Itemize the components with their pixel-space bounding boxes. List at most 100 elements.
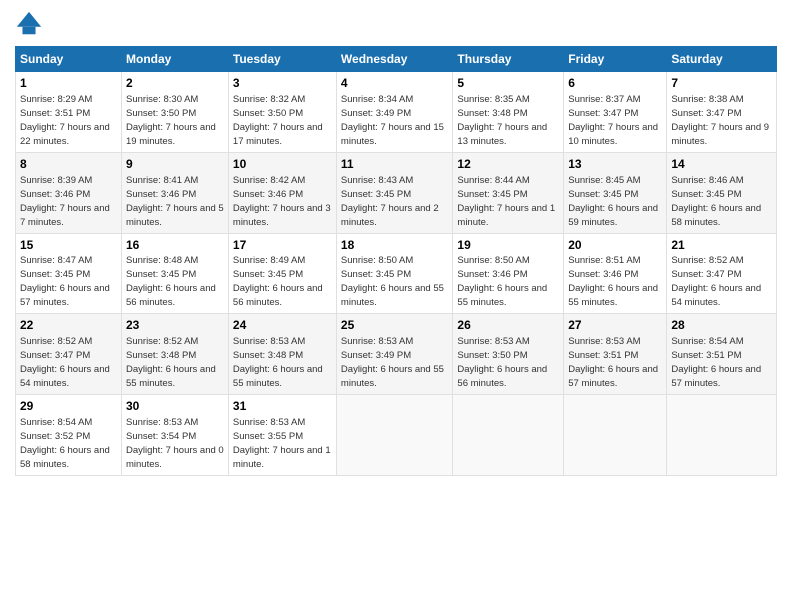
day-cell bbox=[564, 395, 667, 476]
sunset-info: Sunset: 3:47 PM bbox=[671, 269, 741, 280]
daylight-info: Daylight: 7 hours and 1 minute. bbox=[457, 203, 555, 228]
sunrise-info: Sunrise: 8:42 AM bbox=[233, 175, 305, 186]
day-number: 28 bbox=[671, 317, 772, 334]
daylight-info: Daylight: 7 hours and 3 minutes. bbox=[233, 203, 331, 228]
sunrise-info: Sunrise: 8:53 AM bbox=[233, 417, 305, 428]
sunrise-info: Sunrise: 8:50 AM bbox=[457, 255, 529, 266]
sunrise-info: Sunrise: 8:53 AM bbox=[126, 417, 198, 428]
daylight-info: Daylight: 6 hours and 55 minutes. bbox=[126, 364, 216, 389]
daylight-info: Daylight: 6 hours and 57 minutes. bbox=[568, 364, 658, 389]
daylight-info: Daylight: 6 hours and 57 minutes. bbox=[671, 364, 761, 389]
day-cell: 29Sunrise: 8:54 AMSunset: 3:52 PMDayligh… bbox=[16, 395, 122, 476]
day-cell: 10Sunrise: 8:42 AMSunset: 3:46 PMDayligh… bbox=[228, 152, 336, 233]
sunrise-info: Sunrise: 8:47 AM bbox=[20, 255, 92, 266]
daylight-info: Daylight: 7 hours and 17 minutes. bbox=[233, 122, 323, 147]
sunrise-info: Sunrise: 8:52 AM bbox=[126, 336, 198, 347]
day-cell: 5Sunrise: 8:35 AMSunset: 3:48 PMDaylight… bbox=[453, 72, 564, 153]
day-cell: 23Sunrise: 8:52 AMSunset: 3:48 PMDayligh… bbox=[122, 314, 229, 395]
day-cell: 2 Sunrise: 8:30 AM Sunset: 3:50 PM Daylight… bbox=[122, 72, 229, 153]
column-header-friday: Friday bbox=[564, 47, 667, 72]
daylight-info: Daylight: 6 hours and 55 minutes. bbox=[568, 283, 658, 308]
sunrise-info: Sunrise: 8:51 AM bbox=[568, 255, 640, 266]
day-number: 9 bbox=[126, 156, 224, 173]
sunrise-info: Sunrise: 8:30 AM bbox=[126, 94, 198, 105]
daylight-info: Daylight: 6 hours and 58 minutes. bbox=[20, 445, 110, 470]
sunset-info: Sunset: 3:45 PM bbox=[568, 189, 638, 200]
day-cell: 24Sunrise: 8:53 AMSunset: 3:48 PMDayligh… bbox=[228, 314, 336, 395]
day-number: 2 bbox=[126, 75, 224, 92]
sunrise-info: Sunrise: 8:52 AM bbox=[20, 336, 92, 347]
day-number: 5 bbox=[457, 75, 559, 92]
day-cell: 30Sunrise: 8:53 AMSunset: 3:54 PMDayligh… bbox=[122, 395, 229, 476]
day-cell: 18Sunrise: 8:50 AMSunset: 3:45 PMDayligh… bbox=[336, 233, 452, 314]
sunset-info: Sunset: 3:47 PM bbox=[568, 108, 638, 119]
sunset-info: Sunset: 3:50 PM bbox=[126, 108, 196, 119]
column-header-thursday: Thursday bbox=[453, 47, 564, 72]
daylight-info: Daylight: 6 hours and 54 minutes. bbox=[20, 364, 110, 389]
daylight-info: Daylight: 6 hours and 55 minutes. bbox=[457, 283, 547, 308]
sunrise-info: Sunrise: 8:52 AM bbox=[671, 255, 743, 266]
day-cell: 3Sunrise: 8:32 AMSunset: 3:50 PMDaylight… bbox=[228, 72, 336, 153]
sunset-info: Sunset: 3:45 PM bbox=[20, 269, 90, 280]
sunrise-info: Sunrise: 8:49 AM bbox=[233, 255, 305, 266]
daylight-info: Daylight: 7 hours and 13 minutes. bbox=[457, 122, 547, 147]
sunset-info: Sunset: 3:46 PM bbox=[457, 269, 527, 280]
day-cell bbox=[453, 395, 564, 476]
week-row-1: 1Sunrise: 8:29 AMSunset: 3:51 PMDaylight… bbox=[16, 72, 777, 153]
sunset-info: Sunset: 3:45 PM bbox=[126, 269, 196, 280]
sunset-info: Sunset: 3:50 PM bbox=[233, 108, 303, 119]
sunrise-info: Sunrise: 8:35 AM bbox=[457, 94, 529, 105]
day-cell: 15Sunrise: 8:47 AMSunset: 3:45 PMDayligh… bbox=[16, 233, 122, 314]
daylight-info: Daylight: 6 hours and 56 minutes. bbox=[233, 283, 323, 308]
day-cell: 4Sunrise: 8:34 AMSunset: 3:49 PMDaylight… bbox=[336, 72, 452, 153]
daylight-info: Daylight: 7 hours and 1 minute. bbox=[233, 445, 331, 470]
page: SundayMondayTuesdayWednesdayThursdayFrid… bbox=[0, 0, 792, 612]
sunset-info: Sunset: 3:49 PM bbox=[341, 350, 411, 361]
calendar-body: 1 Sunrise: 8:29 AM Sunset: 3:51 PM Daylight… bbox=[16, 72, 777, 476]
day-number: 1 bbox=[20, 75, 117, 92]
daylight-info: Daylight: 7 hours and 2 minutes. bbox=[341, 203, 439, 228]
sunrise-info: Sunrise: 8:37 AM bbox=[568, 94, 640, 105]
sunset-info: Sunset: 3:46 PM bbox=[126, 189, 196, 200]
sunset-info: Sunset: 3:51 PM bbox=[568, 350, 638, 361]
sunset-info: Sunset: 3:52 PM bbox=[20, 431, 90, 442]
sunrise-info: Sunrise: 8:41 AM bbox=[126, 175, 198, 186]
sunset-info: Sunset: 3:46 PM bbox=[568, 269, 638, 280]
calendar-header-row: SundayMondayTuesdayWednesdayThursdayFrid… bbox=[16, 47, 777, 72]
week-row-5: 29Sunrise: 8:54 AMSunset: 3:52 PMDayligh… bbox=[16, 395, 777, 476]
daylight-info: Daylight: 6 hours and 59 minutes. bbox=[568, 203, 658, 228]
daylight-info: Daylight: 7 hours and 7 minutes. bbox=[20, 203, 110, 228]
daylight-info: Daylight: 6 hours and 54 minutes. bbox=[671, 283, 761, 308]
daylight-info: Daylight: 7 hours and 19 minutes. bbox=[126, 122, 216, 147]
day-cell: 26Sunrise: 8:53 AMSunset: 3:50 PMDayligh… bbox=[453, 314, 564, 395]
sunrise-info: Sunrise: 8:34 AM bbox=[341, 94, 413, 105]
sunrise-info: Sunrise: 8:53 AM bbox=[341, 336, 413, 347]
sunrise-info: Sunrise: 8:32 AM bbox=[233, 94, 305, 105]
sunset-info: Sunset: 3:47 PM bbox=[671, 108, 741, 119]
column-header-wednesday: Wednesday bbox=[336, 47, 452, 72]
day-number: 26 bbox=[457, 317, 559, 334]
day-number: 16 bbox=[126, 237, 224, 254]
daylight-info: Daylight: 7 hours and 10 minutes. bbox=[568, 122, 658, 147]
logo bbox=[15, 10, 47, 38]
day-cell: 27Sunrise: 8:53 AMSunset: 3:51 PMDayligh… bbox=[564, 314, 667, 395]
day-number: 7 bbox=[671, 75, 772, 92]
header bbox=[15, 10, 777, 38]
daylight-info: Daylight: 6 hours and 56 minutes. bbox=[457, 364, 547, 389]
day-number: 17 bbox=[233, 237, 332, 254]
day-cell: 22Sunrise: 8:52 AMSunset: 3:47 PMDayligh… bbox=[16, 314, 122, 395]
sunrise-info: Sunrise: 8:53 AM bbox=[233, 336, 305, 347]
day-number: 24 bbox=[233, 317, 332, 334]
day-cell: 21Sunrise: 8:52 AMSunset: 3:47 PMDayligh… bbox=[667, 233, 777, 314]
day-cell: 17Sunrise: 8:49 AMSunset: 3:45 PMDayligh… bbox=[228, 233, 336, 314]
day-number: 8 bbox=[20, 156, 117, 173]
sunset-info: Sunset: 3:48 PM bbox=[126, 350, 196, 361]
column-header-saturday: Saturday bbox=[667, 47, 777, 72]
day-number: 11 bbox=[341, 156, 448, 173]
sunrise-info: Sunrise: 8:46 AM bbox=[671, 175, 743, 186]
day-cell: 16Sunrise: 8:48 AMSunset: 3:45 PMDayligh… bbox=[122, 233, 229, 314]
day-cell: 11Sunrise: 8:43 AMSunset: 3:45 PMDayligh… bbox=[336, 152, 452, 233]
sunrise-info: Sunrise: 8:44 AM bbox=[457, 175, 529, 186]
sunrise-info: Sunrise: 8:29 AM bbox=[20, 94, 92, 105]
daylight-info: Daylight: 7 hours and 9 minutes. bbox=[671, 122, 769, 147]
